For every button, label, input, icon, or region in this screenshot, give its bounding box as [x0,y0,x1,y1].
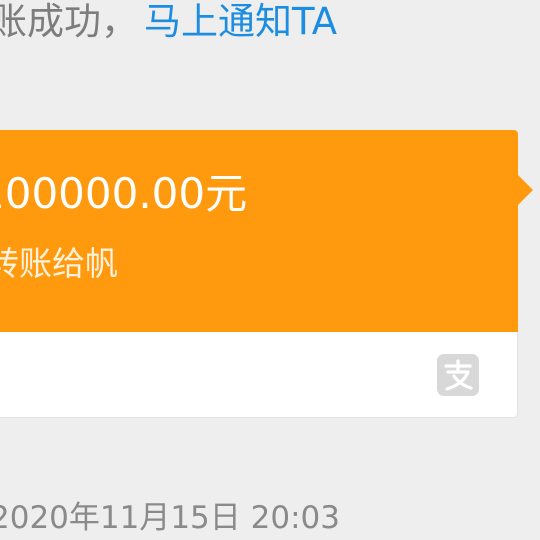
message-timestamp: 2020年11月15日 20:03 [0,500,340,536]
transfer-notice: 账成功， 马上通知TA [0,0,337,44]
transfer-card-footer [0,332,518,418]
chat-page: 账成功， 马上通知TA 100000.00元 转账给帆 2020年11月15日 2… [0,0,540,540]
transfer-card[interactable]: 100000.00元 转账给帆 [0,130,533,418]
notify-link[interactable]: 马上通知TA [144,0,337,43]
alipay-icon [437,354,479,396]
transfer-amount: 100000.00元 [0,169,248,218]
transfer-description: 转账给帆 [0,244,118,283]
notice-text: 账成功， [0,0,138,43]
transfer-card-header[interactable]: 100000.00元 转账给帆 [0,130,518,332]
bubble-tail [518,175,533,205]
